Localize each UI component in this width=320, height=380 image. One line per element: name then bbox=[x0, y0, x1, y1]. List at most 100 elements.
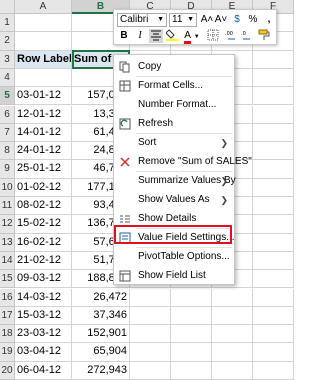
select-all-corner[interactable] bbox=[0, 0, 15, 14]
row-header[interactable]: 8 bbox=[0, 142, 15, 161]
row-header[interactable]: 14 bbox=[0, 251, 15, 271]
empty-cell[interactable] bbox=[171, 288, 212, 307]
empty-cell[interactable] bbox=[171, 325, 212, 344]
empty-cell[interactable] bbox=[130, 306, 171, 326]
font-name-box[interactable]: Calibri ▼ bbox=[117, 13, 167, 27]
menu-item-copy[interactable]: Copy bbox=[114, 58, 234, 76]
menu-item-refresh[interactable]: Refresh bbox=[114, 115, 234, 133]
italic-button[interactable]: I bbox=[133, 29, 147, 43]
row-header[interactable]: 1 bbox=[0, 14, 15, 33]
empty-cell[interactable] bbox=[253, 50, 294, 69]
borders-icon[interactable] bbox=[206, 29, 220, 43]
row-label-cell[interactable]: 24-01-12 bbox=[15, 142, 72, 161]
row-header[interactable]: 10 bbox=[0, 178, 15, 197]
empty-cell[interactable] bbox=[253, 105, 294, 124]
row-label-cell[interactable] bbox=[15, 14, 72, 33]
empty-cell[interactable] bbox=[253, 361, 294, 380]
row-header[interactable]: 5 bbox=[0, 87, 15, 106]
sales-value-cell[interactable]: 65,904 bbox=[72, 343, 130, 362]
empty-cell[interactable] bbox=[212, 325, 253, 344]
format-painter-icon[interactable] bbox=[257, 29, 271, 43]
empty-cell[interactable] bbox=[212, 288, 253, 307]
row-header[interactable]: 13 bbox=[0, 233, 15, 252]
row-header[interactable]: 15 bbox=[0, 270, 15, 289]
row-label-cell[interactable]: 08-02-12 bbox=[15, 197, 72, 216]
decrease-decimal-icon[interactable]: .00 bbox=[224, 29, 238, 43]
row-label-cell[interactable]: 21-02-12 bbox=[15, 251, 72, 271]
empty-cell[interactable] bbox=[253, 306, 294, 326]
sales-value-cell[interactable]: 272,943 bbox=[72, 361, 130, 380]
empty-cell[interactable] bbox=[253, 251, 294, 271]
menu-item-summarize-values-by[interactable]: Summarize Values By ❯ bbox=[114, 172, 236, 190]
empty-cell[interactable] bbox=[253, 178, 294, 197]
menu-item-number-format[interactable]: Number Format... bbox=[114, 96, 234, 114]
row-header[interactable]: 18 bbox=[0, 325, 15, 344]
row-header[interactable]: 4 bbox=[0, 68, 15, 88]
fill-color-icon[interactable] bbox=[165, 29, 179, 43]
empty-cell[interactable] bbox=[253, 215, 294, 234]
font-size-box[interactable]: 11 ▼ bbox=[169, 13, 197, 27]
menu-item-show-details[interactable]: Show Details bbox=[114, 210, 234, 228]
menu-item-value-field-settings[interactable]: Value Field Settings... bbox=[114, 229, 235, 247]
row-label-cell[interactable] bbox=[15, 32, 72, 51]
empty-cell[interactable] bbox=[253, 288, 294, 307]
row-header[interactable]: 19 bbox=[0, 343, 15, 362]
sales-value-cell[interactable]: 26,472 bbox=[72, 288, 130, 307]
empty-cell[interactable] bbox=[171, 343, 212, 362]
align-center-icon[interactable] bbox=[149, 29, 163, 43]
bold-button[interactable]: B bbox=[117, 29, 131, 43]
row-label-cell[interactable]: 14-01-12 bbox=[15, 123, 72, 143]
empty-cell[interactable] bbox=[253, 270, 294, 289]
row-label-cell[interactable]: 23-03-12 bbox=[15, 325, 72, 344]
decrease-font-size-button[interactable]: A˅ bbox=[214, 13, 228, 27]
empty-cell[interactable] bbox=[130, 343, 171, 362]
empty-cell[interactable] bbox=[253, 233, 294, 252]
row-header[interactable]: 6 bbox=[0, 105, 15, 124]
row-label-cell[interactable]: 03-04-12 bbox=[15, 343, 72, 362]
row-label-cell[interactable] bbox=[15, 68, 72, 88]
row-header[interactable]: 9 bbox=[0, 160, 15, 179]
empty-cell[interactable] bbox=[253, 160, 294, 179]
menu-item-sort[interactable]: Sort ❯ bbox=[114, 134, 234, 152]
menu-item-show-field-list[interactable]: Show Field List bbox=[114, 267, 234, 285]
row-header[interactable]: 3 bbox=[0, 50, 15, 69]
row-label-cell[interactable]: 15-02-12 bbox=[15, 215, 72, 234]
row-label-cell[interactable]: 06-04-12 bbox=[15, 361, 72, 380]
empty-cell[interactable] bbox=[253, 197, 294, 216]
currency-format-button[interactable]: $ bbox=[230, 13, 244, 27]
menu-item-remove-sum-of-sales[interactable]: Remove "Sum of SALES" bbox=[114, 153, 252, 171]
sales-value-cell[interactable]: 152,901 bbox=[72, 325, 130, 344]
empty-cell[interactable] bbox=[253, 123, 294, 143]
row-label-cell[interactable]: 12-01-12 bbox=[15, 105, 72, 124]
empty-cell[interactable] bbox=[171, 361, 212, 380]
row-label-cell[interactable]: 15-03-12 bbox=[15, 306, 72, 326]
row-header[interactable]: 17 bbox=[0, 306, 15, 326]
empty-cell[interactable] bbox=[171, 306, 212, 326]
empty-cell[interactable] bbox=[253, 325, 294, 344]
menu-item-show-values-as[interactable]: Show Values As ❯ bbox=[114, 191, 234, 209]
menu-item-pivottable-options[interactable]: PivotTable Options... bbox=[114, 248, 234, 266]
empty-cell[interactable] bbox=[212, 343, 253, 362]
empty-cell[interactable] bbox=[130, 325, 171, 344]
row-label-cell[interactable]: 03-01-12 bbox=[15, 87, 72, 106]
increase-decimal-icon[interactable]: .0 bbox=[240, 29, 254, 43]
empty-cell[interactable] bbox=[212, 306, 253, 326]
row-header[interactable]: 16 bbox=[0, 288, 15, 307]
column-header-a[interactable]: A bbox=[15, 0, 72, 14]
row-header[interactable]: 20 bbox=[0, 361, 15, 380]
row-label-cell[interactable]: 09-03-12 bbox=[15, 270, 72, 289]
row-label-cell[interactable]: 25-01-12 bbox=[15, 160, 72, 179]
row-label-cell[interactable]: 01-02-12 bbox=[15, 178, 72, 197]
row-header[interactable]: 12 bbox=[0, 215, 15, 234]
row-labels-header[interactable]: Row Labels▼ bbox=[15, 50, 72, 69]
empty-cell[interactable] bbox=[253, 343, 294, 362]
row-header[interactable]: 7 bbox=[0, 123, 15, 143]
empty-cell[interactable] bbox=[212, 361, 253, 380]
increase-font-size-button[interactable]: A˄ bbox=[200, 13, 214, 27]
menu-item-format-cells[interactable]: Format Cells... bbox=[114, 77, 234, 95]
sales-value-cell[interactable]: 37,346 bbox=[72, 306, 130, 326]
row-label-cell[interactable]: 14-03-12 bbox=[15, 288, 72, 307]
empty-cell[interactable] bbox=[253, 68, 294, 88]
row-label-cell[interactable]: 16-02-12 bbox=[15, 233, 72, 252]
empty-cell[interactable] bbox=[130, 361, 171, 380]
